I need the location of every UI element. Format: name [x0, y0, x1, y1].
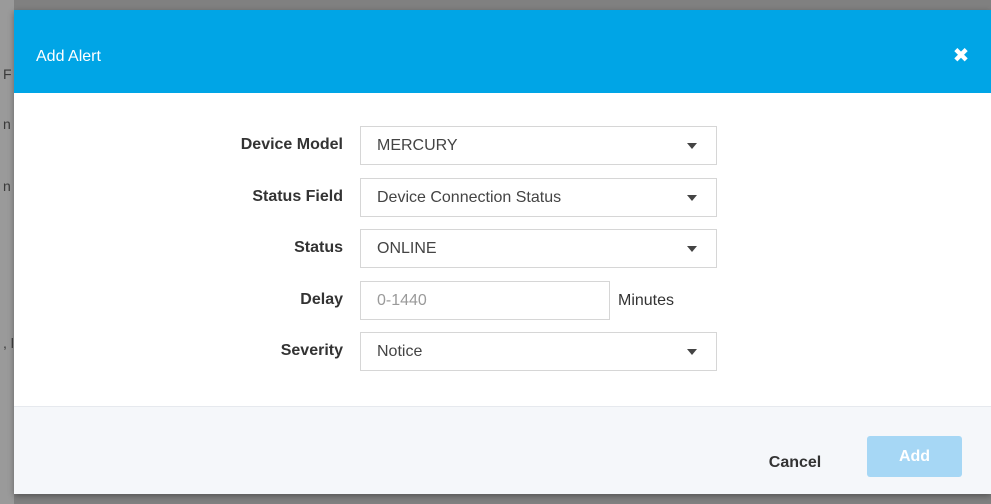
severity-value: Notice	[377, 343, 423, 360]
severity-label: Severity	[280, 342, 343, 359]
background-text-fragment: n	[3, 116, 11, 132]
device-model-value: MERCURY	[377, 137, 458, 154]
severity-select[interactable]: Notice	[360, 332, 717, 371]
delay-row: Delay Minutes	[14, 281, 991, 322]
chevron-down-icon	[687, 246, 697, 252]
dialog-header: Add Alert ✖	[14, 10, 991, 93]
background-text-fragment: n	[3, 178, 11, 194]
background-text-fragment: , l	[3, 335, 14, 351]
chevron-down-icon	[687, 349, 697, 355]
dialog-footer: Cancel Add	[14, 406, 991, 494]
close-icon[interactable]: ✖	[951, 46, 971, 66]
chevron-down-icon	[687, 143, 697, 149]
status-field-label: Status Field	[252, 188, 343, 205]
status-value: ONLINE	[377, 240, 437, 257]
dialog-title: Add Alert	[36, 48, 101, 65]
add-alert-dialog: Add Alert ✖ Device Model MERCURY Status …	[14, 10, 991, 494]
background-page-edge: F n n , l	[0, 0, 14, 504]
severity-row: Severity Notice	[14, 332, 991, 373]
device-model-row: Device Model MERCURY	[14, 126, 991, 167]
delay-unit-label: Minutes	[618, 291, 675, 309]
delay-label: Delay	[300, 291, 343, 308]
status-select[interactable]: ONLINE	[360, 229, 717, 268]
status-row: Status ONLINE	[14, 229, 991, 270]
add-button[interactable]: Add	[867, 436, 962, 477]
device-model-select[interactable]: MERCURY	[360, 126, 717, 165]
status-field-select[interactable]: Device Connection Status	[360, 178, 717, 217]
device-model-label: Device Model	[240, 136, 343, 153]
chevron-down-icon	[687, 195, 697, 201]
status-label: Status	[294, 239, 343, 256]
status-field-value: Device Connection Status	[377, 189, 562, 206]
delay-input[interactable]	[360, 281, 610, 320]
status-field-row: Status Field Device Connection Status	[14, 178, 991, 219]
cancel-button[interactable]: Cancel	[750, 443, 840, 483]
background-text-fragment: F	[3, 66, 12, 82]
